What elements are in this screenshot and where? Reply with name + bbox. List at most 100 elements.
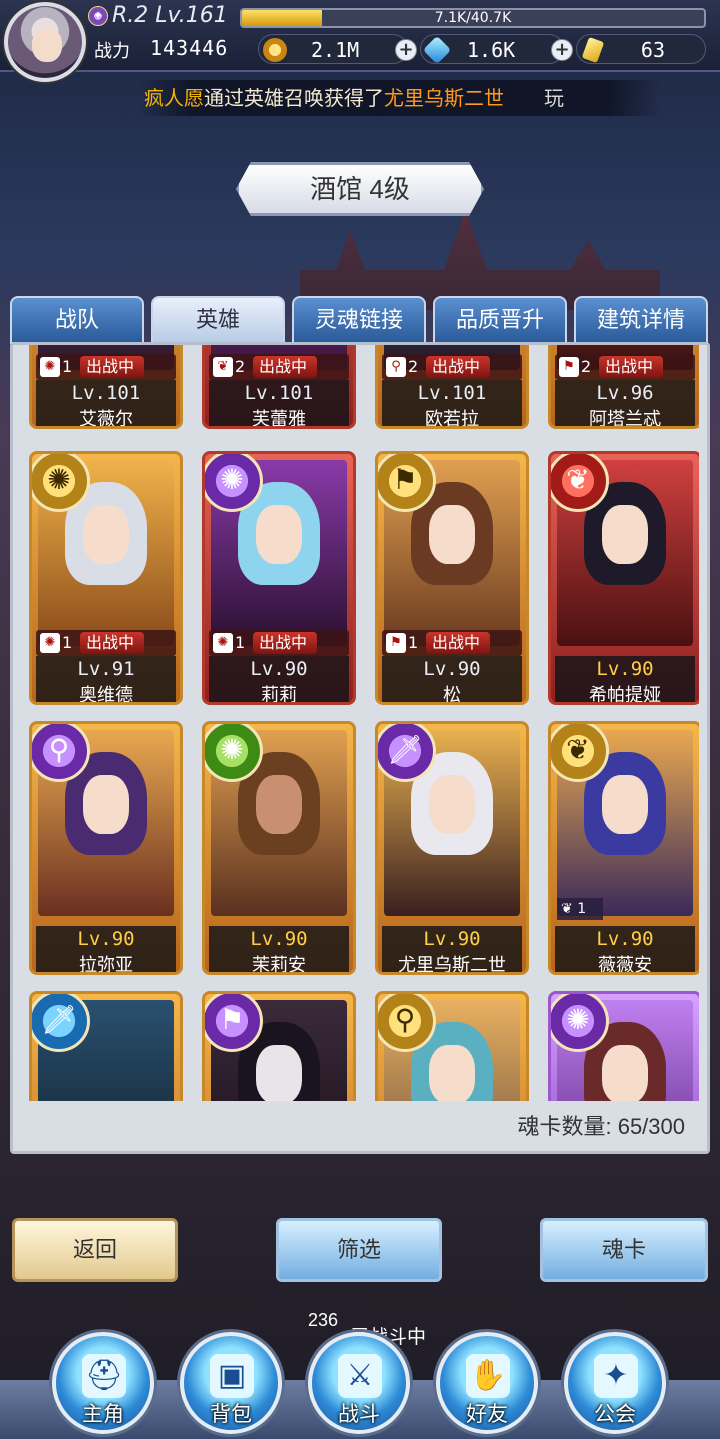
hero-card[interactable]: ⚲ 2 出战中 Lv.101 欧若拉 [375,345,529,429]
battle-status-tag: ✺ 1 出战中 [36,354,176,380]
rank-icon: ✦ [88,6,108,26]
flame-element-icon: ❦ [551,454,609,512]
team-number: 2 [408,357,419,376]
hero-card[interactable]: ❦ ❦ 1 Lv.90 薇薇安 [548,721,699,975]
power-label: 战力 [94,41,130,61]
hero-card[interactable]: ⚑ [202,991,356,1101]
tab-quality-upgrade[interactable]: 品质晋升 [433,296,567,344]
soul-card-count: 魂卡数量: 65/300 [517,1114,685,1139]
nav-label: 背包 [210,1403,252,1426]
tab-heroes[interactable]: 英雄 [151,296,285,344]
hero-list-panel: ✺ 1 出战中 Lv.101 艾薇尔 ❦ 2 出战中 Lv.101 芙蕾雅 ⚲ 2 出战中 … [10,342,710,1154]
hero-card[interactable]: ⚲ Lv.90 拉弥亚 [29,721,183,975]
nav-friends-button[interactable]: ✋ 好友 [436,1332,538,1434]
in-battle-label: 出战中 [253,356,318,378]
hero-face [428,504,476,565]
hero-name: 阿塔兰忒 [555,406,695,426]
hero-card[interactable]: ✺ ✺ 1 出战中 Lv.91 奥维德 [29,451,183,705]
hero-face [255,1044,303,1101]
nav-bag-button[interactable]: ▣ 背包 [180,1332,282,1434]
crossed-swords-icon: ⚔ [338,1354,382,1398]
hero-name: 欧若拉 [382,406,522,426]
team-number: 1 [408,633,419,652]
magnifier-icon: ⚲ [386,357,406,377]
hero-level: Lv.90 [555,656,695,682]
flag-element-icon: ⚑ [378,454,436,512]
hero-card[interactable]: ✺ Lv.90 茉莉安 [202,721,356,975]
hero-card[interactable]: ✺ ✺ 1 出战中 Lv.90 莉莉 [202,451,356,705]
hero-name: 艾薇尔 [36,406,176,426]
hero-name: 尤里乌斯二世 [382,952,522,972]
flame-element-icon: ❦ [551,724,609,782]
hero-card[interactable]: ❦ 2 出战中 Lv.101 芙蕾雅 [202,345,356,429]
nav-label: 战斗 [338,1403,380,1426]
nav-battle-button[interactable]: ⚔ 战斗 [308,1332,410,1434]
hero-name: 拉弥亚 [36,952,176,972]
hero-face [82,504,130,565]
player-avatar[interactable] [4,2,86,82]
gold-counter: 2.1M + [258,34,417,64]
marquee-message: 通过英雄召唤获得了 [204,86,384,110]
magnifier-element-icon: ⚲ [32,724,90,782]
flame-count-badge: ❦ 1 [557,898,603,920]
hero-face [255,774,303,835]
flag-icon: ⚑ [559,357,579,377]
hero-name: 奥维德 [36,682,176,702]
hero-card[interactable]: ⚑ 2 出战中 Lv.96 阿塔兰忒 [548,345,699,429]
nav-label: 好友 [466,1403,508,1426]
marquee-hero-name: 尤里乌斯二世 [384,86,504,110]
hero-level: Lv.90 [36,926,176,952]
wind-icon: ✺ [213,633,233,653]
top-status-bar: ✦ R.2 Lv.161 7.1K/40.7K 战力 143446 2.1M +… [0,0,720,82]
wind-icon: ✺ [40,357,60,377]
nav-guild-button[interactable]: ✦ 公会 [564,1332,666,1434]
exp-bar: 7.1K/40.7K [240,8,706,28]
hero-card[interactable]: 🗡 Lv.90 尤里乌斯二世 [375,721,529,975]
filter-button[interactable]: 筛选 [276,1218,442,1282]
team-number: 1 [235,633,246,652]
hero-name: 莉莉 [209,682,349,702]
hero-card[interactable]: ✺ 1 出战中 Lv.101 艾薇尔 [29,345,183,429]
soul-card-button[interactable]: 魂卡 [540,1218,708,1282]
hero-card[interactable]: ⚲ [375,991,529,1101]
flame-icon: ❦ [213,357,233,377]
wind-icon: ✺ [40,633,60,653]
dagger-element-icon: 🗡 [32,994,90,1052]
tab-team[interactable]: 战队 [10,296,144,344]
avatar-face [32,28,62,62]
back-button[interactable]: 返回 [12,1218,178,1282]
hero-level: Lv.101 [209,380,349,406]
gold-coin-icon [263,38,287,62]
backpack-icon: ▣ [210,1354,254,1398]
hero-grid[interactable]: ✺ 1 出战中 Lv.101 艾薇尔 ❦ 2 出战中 Lv.101 芙蕾雅 ⚲ 2 出战中 … [27,345,699,1101]
hero-face [428,774,476,835]
helmet-icon: ⛑ [82,1354,126,1398]
add-gem-button[interactable]: + [551,39,573,61]
hero-face [601,504,649,565]
nav-label: 公会 [594,1403,636,1426]
add-gold-button[interactable]: + [395,39,417,61]
hero-card[interactable]: ✺ [548,991,699,1101]
hero-face [601,1044,649,1101]
hero-card[interactable]: ❦ Lv.90 希帕提娅 [548,451,699,705]
hero-level: Lv.90 [382,656,522,682]
hero-name: 松 [382,682,522,702]
battle-status-tag: ✺ 1 出战中 [209,630,349,656]
hero-level: Lv.90 [382,926,522,952]
hero-level: Lv.90 [209,926,349,952]
battle-status-tag: ⚲ 2 出战中 [382,354,522,380]
hero-face [601,774,649,835]
hero-card[interactable]: 🗡 [29,991,183,1101]
nav-hero-button[interactable]: ⛑ 主角 [52,1332,154,1434]
hero-level: Lv.90 [555,926,695,952]
hero-card[interactable]: ⚑ ⚑ 1 出战中 Lv.90 松 [375,451,529,705]
building-title: 酒馆 4级 [236,162,484,216]
floor-number: 236 [308,1310,339,1330]
yellow-crystal-icon [581,36,605,64]
hero-face [255,504,303,565]
announcement-marquee: 疯人愿通过英雄召唤获得了尤里乌斯二世 玩 [140,80,660,116]
in-battle-label: 出战中 [80,632,145,654]
tab-building-details[interactable]: 建筑详情 [574,296,708,344]
hero-face [428,1044,476,1101]
tab-soul-link[interactable]: 灵魂链接 [292,296,426,344]
